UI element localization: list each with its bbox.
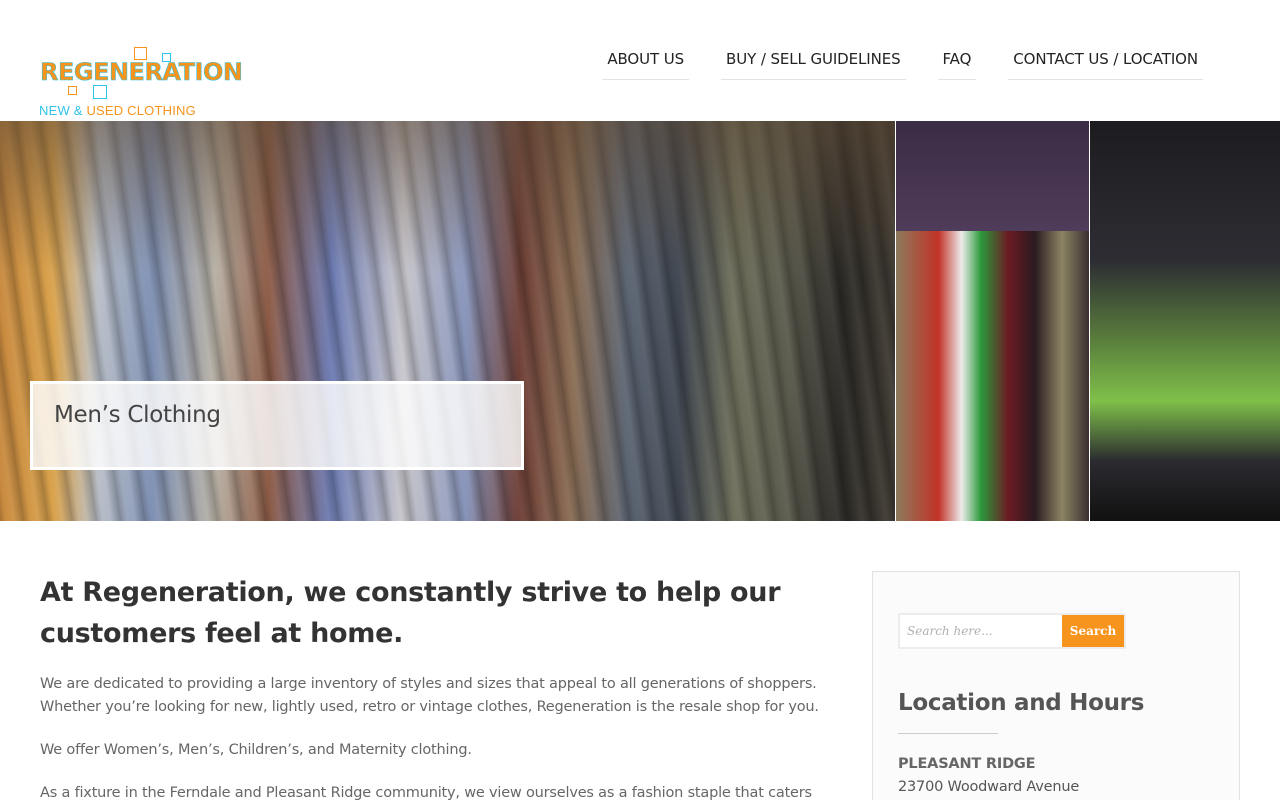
logo-tagline: NEW & USED CLOTHING (39, 103, 196, 118)
location-address: 23700 Woodward Avenue (898, 779, 1080, 795)
search-button[interactable]: Search (1062, 615, 1124, 647)
nav-contact-location[interactable]: CONTACT US / LOCATION (1008, 48, 1203, 80)
hero-slide-thumb-image[interactable] (896, 121, 1089, 521)
location-hours-title: Location and Hours (898, 690, 1145, 716)
search-input[interactable] (900, 615, 1062, 647)
offer-paragraph: We offer Women’s, Men’s, Children’s, and… (40, 742, 472, 758)
nav-buy-sell-guidelines[interactable]: BUY / SELL GUIDELINES (721, 48, 906, 80)
main-content: At Regeneration, we constantly strive to… (40, 572, 820, 800)
hero-caption: Men’s Clothing (54, 402, 221, 428)
logo-square-decoration (93, 85, 107, 99)
nav-faq[interactable]: FAQ (937, 48, 977, 80)
hero-slider: Men’s Clothing (0, 121, 1280, 521)
logo-square-decoration (68, 86, 77, 95)
search-form: Search (898, 613, 1126, 649)
main-nav: ABOUT US BUY / SELL GUIDELINES FAQ CONTA… (602, 48, 1203, 80)
nav-about-us[interactable]: ABOUT US (602, 48, 690, 80)
page-headline: At Regeneration, we constantly strive to… (40, 577, 781, 649)
title-underline (898, 733, 998, 734)
regeneration-logo[interactable]: REGENERATION NEW & USED CLOTHING (38, 44, 243, 120)
sidebar: Search Location and Hours PLEASANT RIDGE… (872, 571, 1240, 800)
logo-wordmark: REGENERATION (40, 58, 244, 87)
community-paragraph: As a fixture in the Ferndale and Pleasan… (40, 785, 812, 800)
logo-tagline-part1: NEW & (39, 103, 87, 118)
logo-tagline-part2: USED CLOTHING (86, 103, 196, 118)
hero-slide-thumb-image[interactable] (1090, 121, 1280, 521)
site-header: REGENERATION NEW & USED CLOTHING ABOUT U… (0, 0, 1280, 120)
intro-paragraph: We are dedicated to providing a large in… (40, 676, 819, 715)
hero-caption-box: Men’s Clothing (30, 381, 524, 470)
location-name: PLEASANT RIDGE (898, 756, 1036, 772)
